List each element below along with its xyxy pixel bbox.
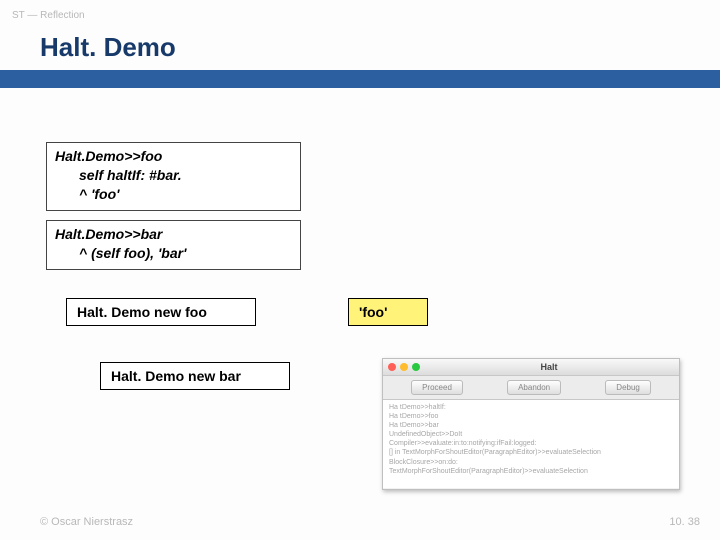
close-icon[interactable] (388, 363, 396, 371)
footer-author: © Oscar Nierstrasz (40, 516, 133, 528)
minimize-icon[interactable] (400, 363, 408, 371)
expression-newbar: Halt. Demo new bar (100, 362, 290, 390)
proceed-button[interactable]: Proceed (411, 380, 463, 395)
stack-line[interactable]: Ha tDemo>>foo (389, 412, 673, 421)
debugger-window: Halt Proceed Abandon Debug Ha tDemo>>hal… (382, 358, 680, 490)
debug-button[interactable]: Debug (605, 380, 651, 395)
debugger-titlebar: Halt (383, 359, 679, 376)
footer-page-number: 10. 38 (669, 516, 700, 528)
code-line: Halt.Demo>>foo (55, 147, 292, 166)
zoom-icon[interactable] (412, 363, 420, 371)
stack-line[interactable]: UndefinedObject>>DoIt (389, 430, 673, 439)
result-foo: 'foo' (348, 298, 428, 326)
stack-line[interactable]: Ha tDemo>>bar (389, 421, 673, 430)
code-block-bar: Halt.Demo>>bar ^ (self foo), 'bar' (46, 220, 301, 270)
title-underline-bar (0, 70, 720, 88)
stack-line[interactable]: TextMorphForShoutEditor(ParagraphEditor)… (389, 467, 673, 476)
code-line: Halt.Demo>>bar (55, 225, 292, 244)
breadcrumb: ST — Reflection (12, 10, 85, 21)
debugger-window-title: Halt (424, 362, 674, 372)
code-line: ^ 'foo' (55, 185, 292, 204)
debugger-stack: Ha tDemo>>haltIf: Ha tDemo>>foo Ha tDemo… (383, 400, 679, 488)
code-line: ^ (self foo), 'bar' (55, 244, 292, 263)
debugger-toolbar: Proceed Abandon Debug (383, 376, 679, 400)
page-title: Halt. Demo (40, 32, 176, 63)
stack-line[interactable]: Compiler>>evaluate:in:to:notifying:ifFai… (389, 439, 673, 448)
code-block-foo: Halt.Demo>>foo self haltIf: #bar. ^ 'foo… (46, 142, 301, 211)
abandon-button[interactable]: Abandon (507, 380, 561, 395)
stack-line[interactable]: Ha tDemo>>haltIf: (389, 403, 673, 412)
code-line: self haltIf: #bar. (55, 166, 292, 185)
stack-line[interactable]: BlockClosure>>on:do: (389, 458, 673, 467)
expression-newfoo: Halt. Demo new foo (66, 298, 256, 326)
stack-line[interactable]: [] in TextMorphForShoutEditor(ParagraphE… (389, 448, 673, 457)
